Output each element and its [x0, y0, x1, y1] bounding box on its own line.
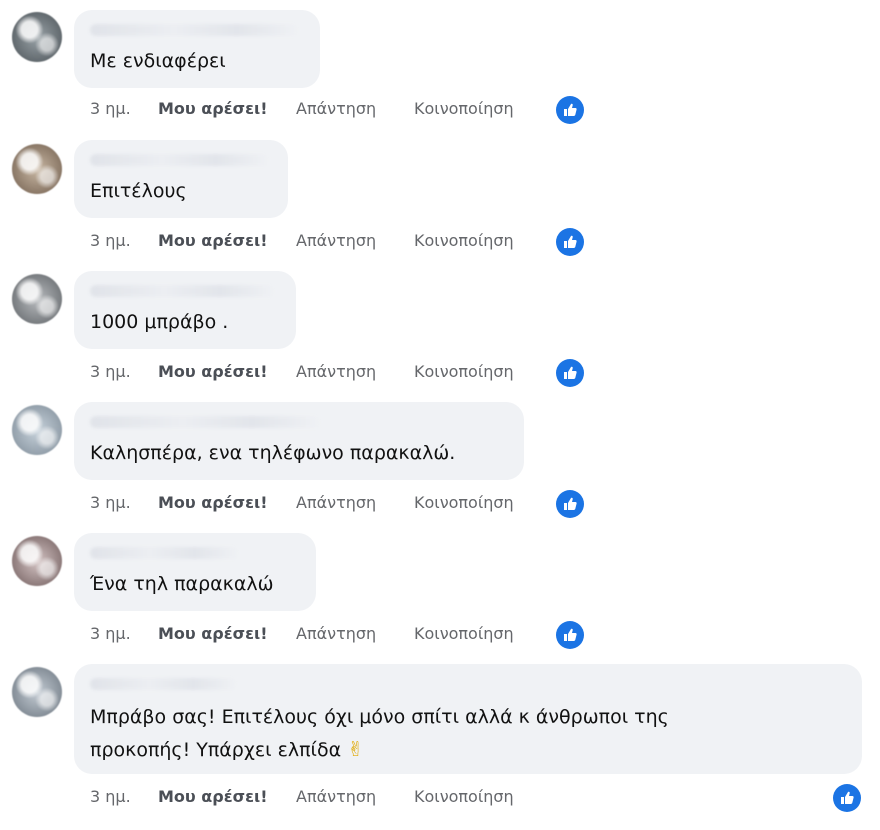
comment-bubble: Επιτέλους [74, 140, 288, 218]
comment-timestamp[interactable]: 3 ημ. [90, 362, 158, 381]
comment-text: Με ενδιαφέρει [90, 50, 226, 72]
thumbs-up-icon [564, 497, 577, 510]
avatar[interactable] [12, 667, 62, 717]
avatar[interactable] [12, 144, 62, 194]
like-reaction-badge[interactable] [833, 784, 861, 812]
reply-link[interactable]: Απάντηση [296, 99, 414, 118]
comment-text: Καλησπέρα, ενα τηλέφωνο παρακαλώ. [90, 442, 456, 464]
like-reaction-badge[interactable] [556, 490, 584, 518]
share-link[interactable]: Κοινοποίηση [414, 99, 544, 118]
thumbs-up-icon [564, 103, 577, 116]
reply-link[interactable]: Απάντηση [296, 624, 414, 643]
like-link[interactable]: Μου αρέσει! [158, 362, 296, 381]
like-reaction-badge[interactable] [556, 359, 584, 387]
reply-link[interactable]: Απάντηση [296, 362, 414, 381]
reply-link[interactable]: Απάντηση [296, 787, 414, 806]
avatar[interactable] [12, 12, 62, 62]
like-link[interactable]: Μου αρέσει! [158, 787, 296, 806]
avatar[interactable] [12, 274, 62, 324]
share-link[interactable]: Κοινοποίηση [414, 493, 544, 512]
avatar[interactable] [12, 405, 62, 455]
comment-bubble: Μπράβο σας! Επιτέλους όχι μόνο σπίτι αλλ… [74, 664, 862, 774]
victory-hand-emoji: ✌ [347, 737, 364, 761]
comment-text-line-2: προκοπής! Υπάρχει ελπίδα ✌ [90, 734, 364, 765]
like-link[interactable]: Μου αρέσει! [158, 231, 296, 250]
reply-link[interactable]: Απάντηση [296, 231, 414, 250]
author-name-blurred[interactable] [90, 285, 276, 297]
share-link[interactable]: Κοινοποίηση [414, 624, 544, 643]
like-reaction-badge[interactable] [556, 228, 584, 256]
share-link[interactable]: Κοινοποίηση [414, 231, 544, 250]
share-link[interactable]: Κοινοποίηση [414, 362, 544, 381]
avatar[interactable] [12, 536, 62, 586]
author-name-blurred[interactable] [90, 154, 270, 166]
share-link[interactable]: Κοινοποίηση [414, 787, 544, 806]
thumbs-up-icon [564, 628, 577, 641]
comment-bubble: Ένα τηλ παρακαλώ [74, 533, 316, 611]
author-name-blurred[interactable] [90, 416, 322, 428]
author-name-blurred[interactable] [90, 547, 240, 559]
comment-actions: 3 ημ. Μου αρέσει! Απάντηση Κοινοποίηση [90, 362, 544, 381]
reply-link[interactable]: Απάντηση [296, 493, 414, 512]
thumbs-up-icon [564, 366, 577, 379]
like-link[interactable]: Μου αρέσει! [158, 99, 296, 118]
comment-bubble: Με ενδιαφέρει [74, 10, 320, 88]
comment-actions: 3 ημ. Μου αρέσει! Απάντηση Κοινοποίηση [90, 493, 544, 512]
thumbs-up-icon [564, 235, 577, 248]
comment-actions: 3 ημ. Μου αρέσει! Απάντηση Κοινοποίηση [90, 624, 544, 643]
comment-text: 1000 μπράβο . [90, 311, 229, 333]
comment-bubble: 1000 μπράβο . [74, 271, 296, 349]
comment-text-line-2-label: προκοπής! Υπάρχει ελπίδα [90, 739, 342, 761]
comment-timestamp[interactable]: 3 ημ. [90, 99, 158, 118]
comment-timestamp[interactable]: 3 ημ. [90, 624, 158, 643]
comment-bubble: Καλησπέρα, ενα τηλέφωνο παρακαλώ. [74, 402, 524, 480]
comment-actions: 3 ημ. Μου αρέσει! Απάντηση Κοινοποίηση [90, 787, 544, 806]
comment-text: Ένα τηλ παρακαλώ [90, 573, 274, 595]
comment-timestamp[interactable]: 3 ημ. [90, 493, 158, 512]
like-link[interactable]: Μου αρέσει! [158, 624, 296, 643]
thumbs-up-icon [841, 791, 854, 804]
comment-actions: 3 ημ. Μου αρέσει! Απάντηση Κοινοποίηση [90, 231, 544, 250]
comment-timestamp[interactable]: 3 ημ. [90, 231, 158, 250]
author-name-blurred[interactable] [90, 24, 300, 36]
comment-text: Επιτέλους [90, 180, 187, 202]
comment-timestamp[interactable]: 3 ημ. [90, 787, 158, 806]
like-reaction-badge[interactable] [556, 96, 584, 124]
comment-text-line-1: Μπράβο σας! Επιτέλους όχι μόνο σπίτι αλλ… [90, 706, 669, 728]
like-link[interactable]: Μου αρέσει! [158, 493, 296, 512]
author-name-blurred[interactable] [90, 678, 238, 690]
like-reaction-badge[interactable] [556, 621, 584, 649]
comment-actions: 3 ημ. Μου αρέσει! Απάντηση Κοινοποίηση [90, 99, 544, 118]
